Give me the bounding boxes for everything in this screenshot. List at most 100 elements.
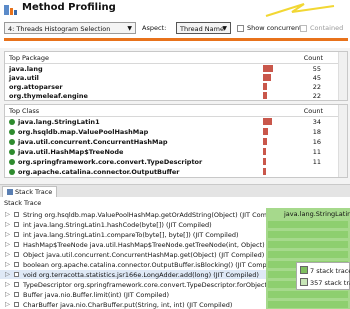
package-name: org.attoparser bbox=[9, 83, 63, 91]
legend-item: 357 stack traces bbox=[300, 278, 350, 287]
selection-toolbar: 4: Threads Histogram Selection ▼ Aspect:… bbox=[4, 22, 348, 36]
column-header-stack-trace[interactable]: Stack Trace bbox=[4, 199, 41, 207]
selection-indicator-bar bbox=[4, 38, 348, 41]
method-icon bbox=[14, 272, 19, 277]
stack-frame-text: void org.terracotta.statistics.jsr166e.L… bbox=[23, 271, 259, 279]
count-bar bbox=[263, 158, 266, 165]
tree-row[interactable]: ▷ int java.lang.StringLatin1.compareTo(by… bbox=[0, 230, 266, 239]
class-name-cell: java.util.concurrent.ConcurrentHashMap bbox=[9, 138, 168, 146]
tree-row[interactable]: ▷ HashMap$TreeNode java.util.HashMap$Tree… bbox=[0, 240, 312, 249]
tree-row[interactable]: ▷ CharBuffer java.nio.CharBuffer.put(Stri… bbox=[0, 300, 266, 309]
tree-row[interactable]: ▷ boolean org.apache.catalina.connector.O… bbox=[0, 260, 281, 269]
legend-swatch bbox=[300, 266, 308, 274]
contained-checkbox[interactable] bbox=[300, 25, 307, 32]
distribution-cell bbox=[268, 291, 348, 298]
table-row[interactable]: java.lang 55 bbox=[5, 64, 347, 73]
table-row[interactable]: org.attoparser 22 bbox=[5, 82, 347, 91]
class-name: java.util.concurrent.ConcurrentHashMap bbox=[18, 138, 168, 146]
class-name: org.springframework.core.convert.TypeDes… bbox=[18, 158, 203, 166]
count-bar bbox=[263, 168, 266, 175]
distribution-cell bbox=[268, 251, 348, 258]
tree-row[interactable]: ▷ Buffer java.nio.Buffer.limit(int) (JIT … bbox=[0, 290, 266, 299]
table-row[interactable]: org.apache.catalina.connector.OutputBuff… bbox=[5, 167, 347, 176]
stack-frame-text: int java.lang.StringLatin1.compareTo(byt… bbox=[23, 231, 239, 239]
package-name: org.thymeleaf.engine bbox=[9, 92, 88, 100]
distribution-cell bbox=[268, 221, 348, 228]
distribution-cell: java.lang.StringLatin bbox=[268, 210, 350, 218]
table-header: Top Package Count bbox=[5, 52, 347, 64]
aspect-label: Aspect: bbox=[142, 24, 167, 32]
aspect-dropdown[interactable]: Thread Name ▼ bbox=[176, 22, 231, 34]
count-value: 11 bbox=[312, 158, 321, 166]
expand-arrow-icon[interactable]: ▷ bbox=[5, 240, 10, 248]
count-value: 16 bbox=[312, 138, 321, 146]
package-name: java.util bbox=[9, 74, 39, 82]
count-value: 34 bbox=[312, 118, 321, 126]
column-header-package[interactable]: Top Package bbox=[9, 54, 49, 62]
table-row[interactable]: java.util.concurrent.ConcurrentHashMap 16 bbox=[5, 137, 347, 146]
column-header-count[interactable]: Count bbox=[304, 54, 323, 62]
count-bar bbox=[263, 118, 272, 125]
count-value: 22 bbox=[312, 92, 321, 100]
histogram-selection-dropdown[interactable]: 4: Threads Histogram Selection ▼ bbox=[4, 22, 136, 34]
class-name-cell: org.springframework.core.convert.TypeDes… bbox=[9, 158, 202, 166]
legend-item: 7 stack traces ( bbox=[300, 266, 350, 275]
method-icon bbox=[14, 292, 19, 297]
show-concurrent-checkbox[interactable] bbox=[237, 25, 244, 32]
tree-row[interactable]: ▷ void org.terracotta.statistics.jsr166e.… bbox=[0, 270, 266, 279]
legend-label: 357 stack traces bbox=[310, 279, 350, 287]
method-icon bbox=[14, 252, 19, 257]
stack-frame-text: String org.hsqldb.map.ValuePoolHashMap.g… bbox=[23, 211, 286, 219]
table-row[interactable]: org.hsqldb.map.ValuePoolHashMap 18 bbox=[5, 127, 347, 136]
tree-row[interactable]: ▷ TypeDescriptor org.springframework.core… bbox=[0, 280, 341, 289]
table-row[interactable]: org.thymeleaf.engine 22 bbox=[5, 91, 347, 100]
class-name: java.lang.StringLatin1 bbox=[18, 118, 100, 126]
expand-arrow-icon[interactable]: ▷ bbox=[5, 270, 10, 278]
vertical-scrollbar[interactable] bbox=[338, 52, 347, 100]
count-bar bbox=[263, 65, 273, 72]
method-icon bbox=[14, 212, 19, 217]
tree-row[interactable]: ▷ Object java.util.concurrent.ConcurrentH… bbox=[0, 250, 266, 259]
expand-arrow-icon[interactable]: ▷ bbox=[5, 260, 10, 268]
distribution-cell bbox=[268, 301, 348, 308]
class-icon bbox=[9, 159, 15, 165]
stack-trace-tab-bar: Stack Trace bbox=[0, 184, 350, 197]
distribution-cell bbox=[268, 241, 348, 248]
column-header-class[interactable]: Top Class bbox=[9, 107, 39, 115]
method-icon bbox=[14, 222, 19, 227]
expand-arrow-icon[interactable]: ▷ bbox=[5, 230, 10, 238]
column-header-count[interactable]: Count bbox=[304, 107, 323, 115]
histogram-selection-value: 4: Threads Histogram Selection bbox=[8, 25, 111, 33]
count-bar bbox=[263, 138, 267, 145]
page-title: Method Profiling bbox=[22, 2, 116, 13]
table-row[interactable]: java.util 45 bbox=[5, 73, 347, 82]
count-bar bbox=[263, 74, 271, 81]
expand-arrow-icon[interactable]: ▷ bbox=[5, 300, 10, 308]
stack-frame-text: CharBuffer java.nio.CharBuffer.put(Strin… bbox=[23, 301, 233, 309]
class-icon bbox=[9, 139, 15, 145]
expand-arrow-icon[interactable]: ▷ bbox=[5, 290, 10, 298]
vertical-scrollbar[interactable] bbox=[338, 105, 347, 177]
expand-arrow-icon[interactable]: ▷ bbox=[5, 280, 10, 288]
table-row[interactable]: org.springframework.core.convert.TypeDes… bbox=[5, 157, 347, 166]
table-row[interactable]: java.lang.StringLatin1 34 bbox=[5, 117, 347, 126]
class-name-cell: org.apache.catalina.connector.OutputBuff… bbox=[9, 168, 180, 176]
class-name-cell: java.lang.StringLatin1 bbox=[9, 118, 100, 126]
distribution-cell bbox=[268, 231, 348, 238]
expand-arrow-icon[interactable]: ▷ bbox=[5, 220, 10, 228]
stack-frame-text: int java.lang.StringLatin1.hashCode(byte… bbox=[23, 221, 212, 229]
top-package-table: Top Package Count java.lang 55 java.util 45… bbox=[4, 51, 348, 101]
table-row[interactable]: java.util.HashMap$TreeNode 11 bbox=[5, 147, 347, 156]
show-concurrent-label: Show concurrent: bbox=[247, 24, 304, 32]
tree-row[interactable]: ▷ int java.lang.StringLatin1.hashCode(byt… bbox=[0, 220, 266, 229]
class-name-cell: org.hsqldb.map.ValuePoolHashMap bbox=[9, 128, 148, 136]
tab-stack-trace[interactable]: Stack Trace bbox=[2, 186, 58, 197]
class-icon bbox=[9, 149, 15, 155]
tree-row[interactable]: ▷ String org.hsqldb.map.ValuePoolHashMap.… bbox=[0, 210, 285, 219]
expand-arrow-icon[interactable]: ▷ bbox=[5, 210, 10, 218]
expand-arrow-icon[interactable]: ▷ bbox=[5, 250, 10, 258]
count-bar bbox=[263, 148, 266, 155]
method-profiling-icon bbox=[4, 5, 17, 15]
class-icon bbox=[9, 119, 15, 125]
class-name-cell: java.util.HashMap$TreeNode bbox=[9, 148, 123, 156]
